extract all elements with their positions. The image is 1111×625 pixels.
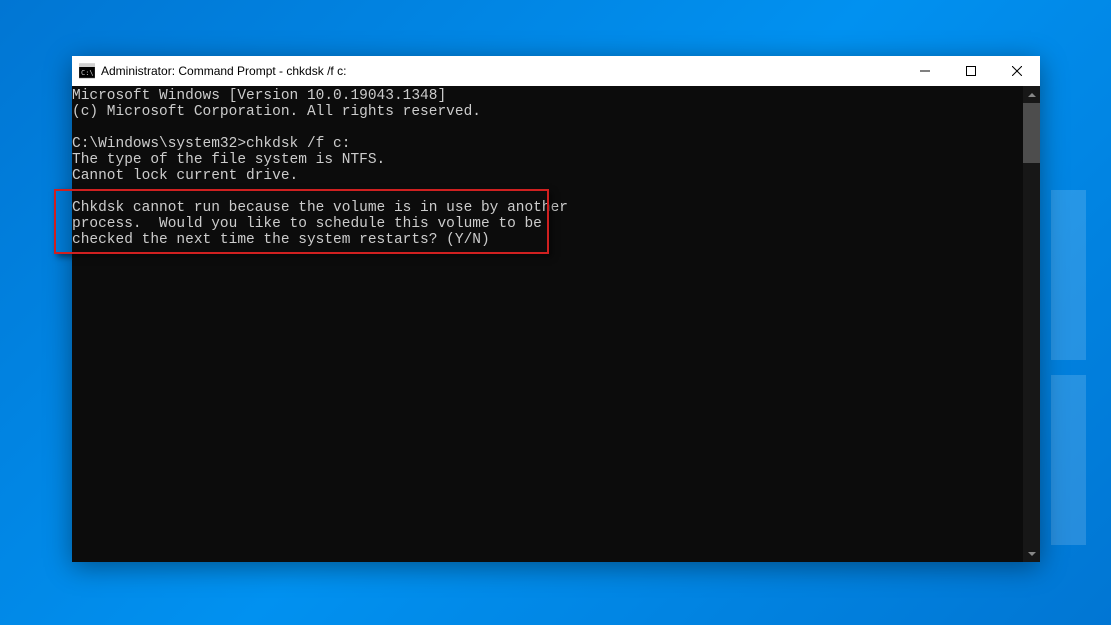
terminal-area[interactable]: Microsoft Windows [Version 10.0.19043.13… [72, 86, 1040, 562]
titlebar[interactable]: C:\ Administrator: Command Prompt - chkd… [72, 56, 1040, 86]
wallpaper-accent [1051, 190, 1086, 360]
window-title: Administrator: Command Prompt - chkdsk /… [101, 64, 902, 78]
output-line: Cannot lock current drive. [72, 168, 298, 184]
terminal-output: Microsoft Windows [Version 10.0.19043.13… [72, 86, 1023, 562]
output-line: Microsoft Windows [Version 10.0.19043.13… [72, 88, 446, 104]
close-button[interactable] [994, 56, 1040, 86]
chkdsk-message-line: process. Would you like to schedule this… [72, 216, 542, 232]
wallpaper-accent [1051, 375, 1086, 545]
output-line: (c) Microsoft Corporation. All rights re… [72, 104, 481, 120]
chkdsk-message-line: Chkdsk cannot run because the volume is … [72, 200, 568, 216]
scrollbar-thumb[interactable] [1023, 103, 1040, 163]
scroll-up-arrow-icon[interactable] [1023, 86, 1040, 103]
vertical-scrollbar[interactable] [1023, 86, 1040, 562]
prompt-line: C:\Windows\system32>chkdsk /f c: [72, 136, 350, 152]
command-prompt-window: C:\ Administrator: Command Prompt - chkd… [72, 56, 1040, 562]
minimize-button[interactable] [902, 56, 948, 86]
svg-text:C:\: C:\ [81, 69, 94, 77]
chkdsk-message-line: checked the next time the system restart… [72, 232, 490, 248]
maximize-button[interactable] [948, 56, 994, 86]
scroll-down-arrow-icon[interactable] [1023, 545, 1040, 562]
output-line: The type of the file system is NTFS. [72, 152, 385, 168]
cmd-icon: C:\ [79, 63, 95, 79]
window-controls [902, 56, 1040, 86]
